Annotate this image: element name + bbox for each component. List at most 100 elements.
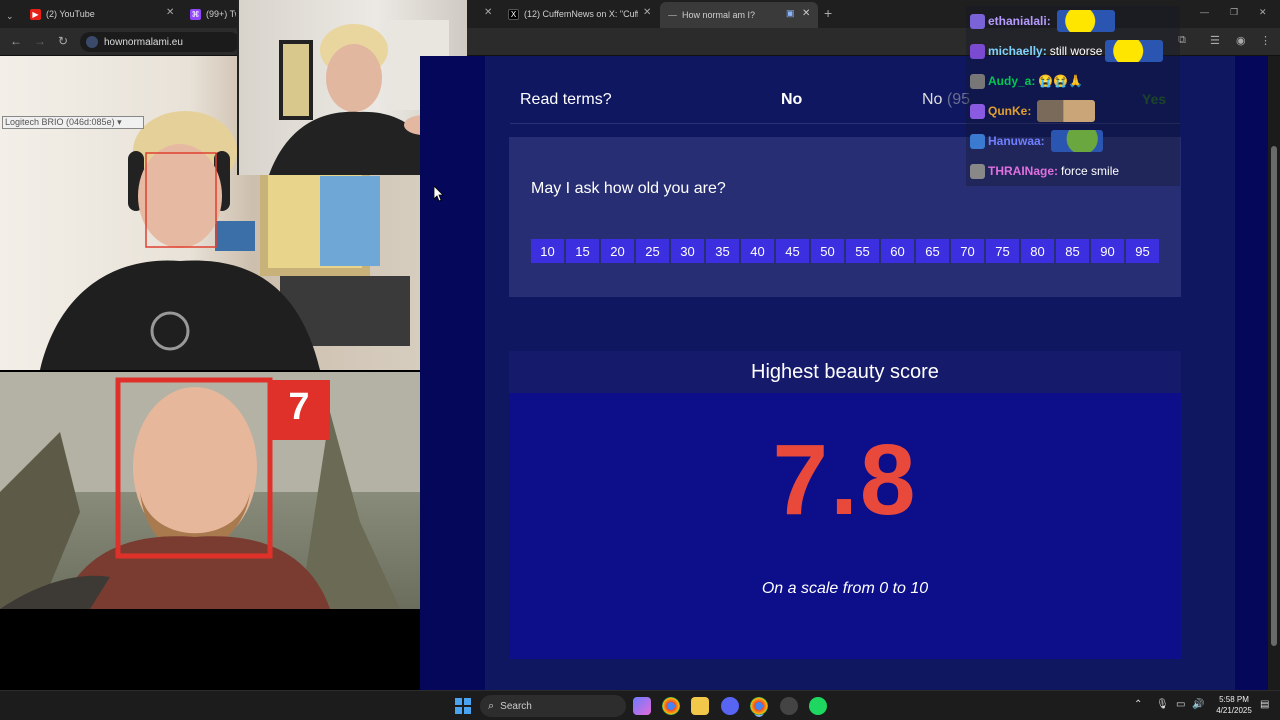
age-option-button[interactable]: 50	[811, 239, 844, 263]
chat-username[interactable]: Hanuwaa:	[988, 134, 1045, 148]
age-option-button[interactable]: 25	[636, 239, 669, 263]
age-option-button[interactable]: 75	[986, 239, 1019, 263]
tab-how-normal-am-i[interactable]: How normal am I? ▣ ✕	[660, 2, 818, 28]
windows-taskbar: ⌕ Search ⌃ 🎙 ▭ 🔊 5:58 PM 4/21/2025 ▤	[0, 690, 1280, 720]
microphone-icon[interactable]: 🎙	[1156, 699, 1169, 710]
close-window-icon[interactable]: ✕	[1259, 7, 1267, 18]
page-icon	[668, 14, 677, 16]
back-icon[interactable]: ←	[10, 34, 22, 48]
profile-icon[interactable]: ◉	[1236, 34, 1246, 47]
terms-question: Read terms?	[520, 91, 612, 108]
beauty-score-value: 7.8	[772, 424, 918, 536]
chat-message: Audy_a: 😭😭🙏	[970, 70, 1083, 92]
age-option-button[interactable]: 40	[741, 239, 774, 263]
chat-username[interactable]: QunKe:	[988, 104, 1031, 118]
age-option-button[interactable]: 10	[531, 239, 564, 263]
close-tab-icon[interactable]: ✕	[166, 7, 174, 18]
chrome-active-icon[interactable]	[750, 697, 768, 715]
close-tab-icon[interactable]: ✕	[484, 7, 492, 18]
forward-icon[interactable]: →	[34, 34, 46, 48]
beauty-score-card: Highest beauty score 7.8 On a scale from…	[509, 351, 1181, 659]
taskbar-search[interactable]: ⌕ Search	[480, 695, 626, 717]
tab-label: (2) YouTube	[46, 9, 95, 19]
tab-label: (12) CuffemNews on X: "Cuffem	[524, 9, 638, 19]
chat-username[interactable]: THRAINage:	[988, 164, 1058, 178]
age-option-button[interactable]: 30	[671, 239, 704, 263]
close-tab-icon[interactable]: ✕	[643, 7, 651, 18]
chat-message: michaelly: still worse	[970, 40, 1164, 62]
tray-overflow-icon[interactable]: ⌃	[1134, 699, 1142, 710]
camera-source-value: Logitech BRIO (046d:085e)	[5, 117, 115, 127]
address-bar[interactable]: hownormalami.eu	[80, 32, 240, 52]
obs-icon[interactable]	[780, 697, 798, 715]
camera-source-select[interactable]: Logitech BRIO (046d:085e) ▾	[2, 116, 144, 129]
site-info-icon[interactable]	[86, 36, 98, 48]
taskbar-search-label: Search	[500, 700, 532, 712]
face-score-badge: 7	[288, 386, 310, 428]
subscriber-badge-icon	[970, 163, 985, 179]
media-cast-icon[interactable]: ▣	[786, 8, 795, 19]
age-option-button[interactable]: 35	[706, 239, 739, 263]
tab-twitch[interactable]: ⌘ (99+) Tw	[190, 4, 236, 24]
x-icon: X	[508, 8, 519, 20]
age-option-button[interactable]: 80	[1021, 239, 1054, 263]
menu-icon[interactable]: ⋮	[1260, 34, 1271, 47]
spotify-icon[interactable]	[809, 697, 827, 715]
tab-list-button[interactable]: ⌄	[6, 6, 14, 26]
age-option-button[interactable]: 20	[601, 239, 634, 263]
network-icon[interactable]: ▭	[1176, 699, 1185, 710]
age-option-button[interactable]: 85	[1056, 239, 1089, 263]
taskbar-clock[interactable]: 5:58 PM 4/21/2025	[1210, 694, 1258, 716]
rated-face-image: 7	[0, 372, 420, 609]
beauty-score-heading: Highest beauty score	[509, 351, 1181, 393]
discord-icon[interactable]	[721, 697, 739, 715]
notifications-icon[interactable]: ▤	[1260, 699, 1269, 710]
subscriber-badge-icon	[970, 73, 985, 89]
scrollbar-thumb[interactable]	[1271, 146, 1277, 646]
page-scrollbar[interactable]	[1268, 56, 1280, 690]
age-option-button[interactable]: 95	[1126, 239, 1159, 263]
chat-username[interactable]: ethanialali:	[988, 14, 1051, 28]
url-text: hownormalami.eu	[104, 36, 183, 48]
clock-date: 4/21/2025	[1216, 706, 1252, 715]
stream-chat-overlay: ethanialali: michaelly: still worse Audy_a:…	[966, 6, 1180, 186]
youtube-icon: ▶	[30, 8, 41, 20]
terms-stat-prefix: No	[922, 91, 943, 108]
black-area	[0, 609, 420, 690]
volume-icon[interactable]: 🔊	[1192, 699, 1204, 710]
age-option-button[interactable]: 90	[1091, 239, 1124, 263]
age-option-button[interactable]: 65	[916, 239, 949, 263]
minimize-icon[interactable]: —	[1200, 7, 1209, 17]
new-tab-icon[interactable]: +	[824, 5, 832, 21]
close-tab-icon[interactable]: ✕	[802, 8, 810, 19]
reading-list-icon[interactable]: ☰	[1210, 34, 1220, 47]
tab-label: How normal am I?	[682, 10, 756, 20]
chat-message: THRAINage: force smile	[970, 160, 1119, 182]
copilot-icon[interactable]	[633, 697, 651, 715]
search-icon: ⌕	[488, 699, 495, 712]
tab-youtube[interactable]: ▶ (2) YouTube	[30, 4, 170, 24]
tab-x-cuffemnews[interactable]: X (12) CuffemNews on X: "Cuffem	[508, 4, 638, 24]
file-explorer-icon[interactable]	[691, 697, 709, 715]
chat-username[interactable]: Audy_a:	[988, 74, 1035, 88]
chrome-icon[interactable]	[662, 697, 680, 715]
maximize-icon[interactable]: ❐	[1230, 7, 1238, 18]
frog-emote-icon	[1050, 130, 1103, 152]
age-option-button[interactable]: 45	[776, 239, 809, 263]
reload-icon[interactable]: ↻	[58, 34, 68, 48]
chat-text: force smile	[1061, 164, 1120, 178]
age-option-button[interactable]: 70	[951, 239, 984, 263]
subscriber-badge-icon	[970, 43, 985, 59]
age-option-button[interactable]: 15	[566, 239, 599, 263]
chat-message: ethanialali:	[970, 10, 1115, 32]
terms-answer: No	[781, 91, 803, 108]
age-option-button[interactable]: 55	[846, 239, 879, 263]
chat-message: QunKe:	[970, 100, 1096, 122]
windows-start-icon[interactable]	[455, 698, 471, 714]
age-option-button[interactable]: 60	[881, 239, 914, 263]
yellow-emote-icon	[1105, 40, 1164, 62]
twitch-icon: ⌘	[190, 8, 201, 20]
subscriber-badge-icon	[970, 103, 985, 119]
chat-username[interactable]: michaelly:	[988, 44, 1047, 58]
subscriber-badge-icon	[970, 13, 985, 29]
